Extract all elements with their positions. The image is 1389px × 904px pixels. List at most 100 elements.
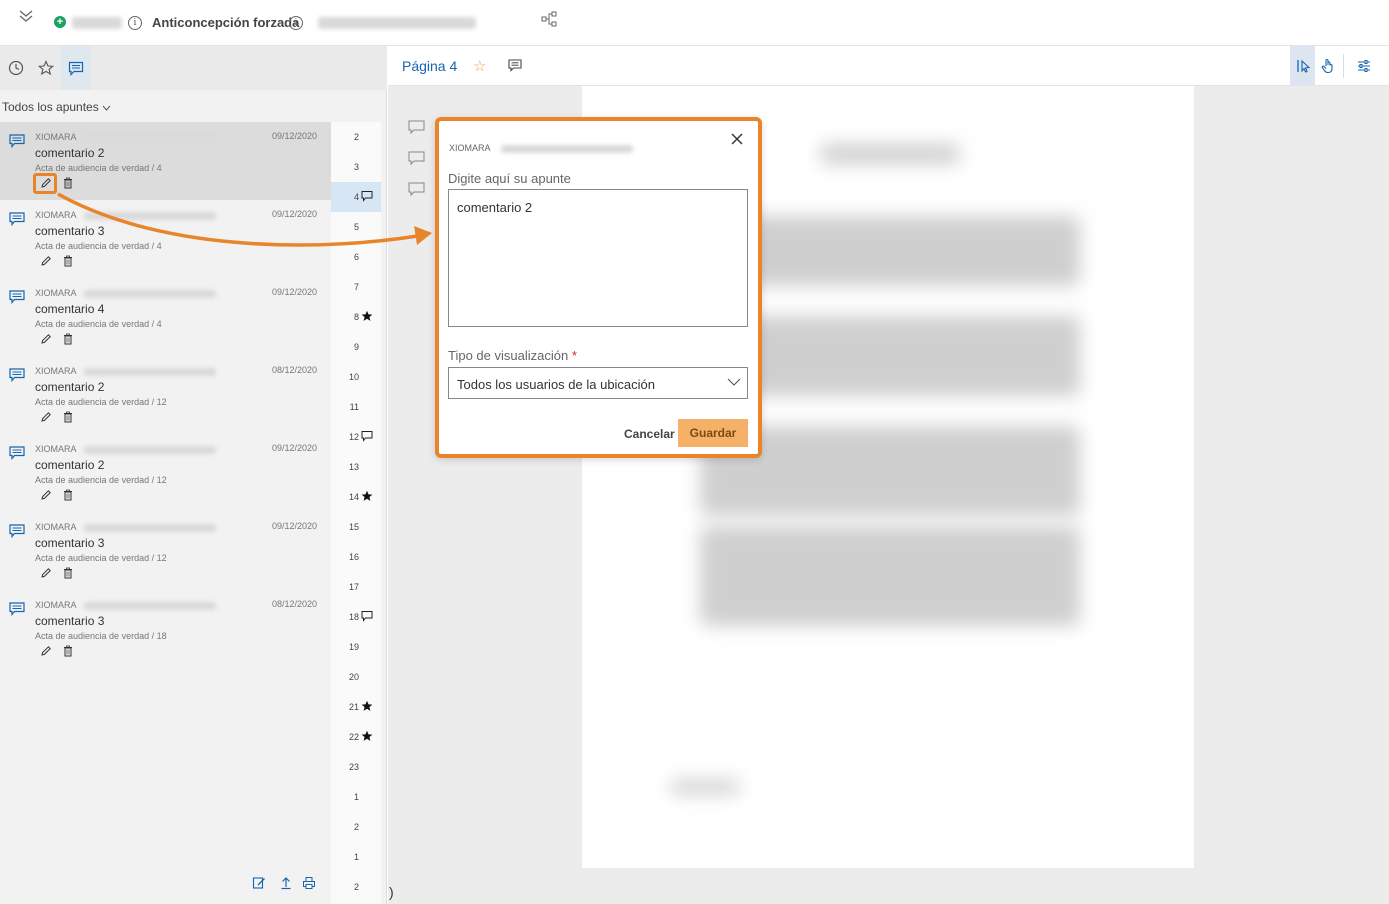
redacted-text bbox=[501, 145, 633, 153]
page-index-item[interactable]: 7 bbox=[331, 272, 381, 302]
trash-icon[interactable] bbox=[63, 567, 73, 579]
settings-tool[interactable] bbox=[1351, 46, 1376, 86]
page-number: 2 bbox=[353, 822, 359, 832]
pencil-icon[interactable] bbox=[40, 333, 52, 345]
page-index-item[interactable]: 18 bbox=[331, 602, 381, 632]
notes-filter-dropdown[interactable]: Todos los apuntes bbox=[2, 100, 111, 114]
page-indicator[interactable]: Página 4 bbox=[402, 58, 457, 74]
comment-icon bbox=[9, 134, 25, 148]
note-item[interactable]: XIOMARA 09/12/2020 comentario 3 Acta de aud… bbox=[0, 200, 331, 278]
info-icon[interactable]: i bbox=[289, 16, 303, 30]
pan-tool[interactable] bbox=[1315, 46, 1340, 86]
trash-icon[interactable] bbox=[63, 333, 73, 345]
page-index-item[interactable]: 6 bbox=[331, 242, 381, 272]
page-index-item[interactable]: 21 bbox=[331, 692, 381, 722]
trash-icon[interactable] bbox=[63, 645, 73, 657]
note-item[interactable]: XIOMARA 09/12/2020 comentario 4 Acta de aud… bbox=[0, 278, 331, 356]
info-icon[interactable]: i bbox=[128, 16, 142, 30]
note-item[interactable]: XIOMARA 09/12/2020 comentario 2 Acta de aud… bbox=[0, 122, 331, 200]
toolbar-divider bbox=[1343, 54, 1344, 78]
page-number: 6 bbox=[353, 252, 359, 262]
note-author: XIOMARA bbox=[35, 288, 77, 298]
page-index-item[interactable]: 1 bbox=[331, 782, 381, 812]
page-number: 2 bbox=[353, 882, 359, 892]
page-index-item[interactable]: 2 bbox=[331, 872, 381, 902]
page-index-item[interactable]: 3 bbox=[331, 152, 381, 182]
trash-icon[interactable] bbox=[63, 411, 73, 423]
note-document: Acta de audiencia de verdad / 18 bbox=[35, 631, 167, 641]
page-number: 22 bbox=[348, 732, 359, 742]
comment-marker-icon[interactable] bbox=[408, 151, 425, 166]
close-icon[interactable] bbox=[729, 131, 745, 147]
upload-icon[interactable] bbox=[279, 876, 293, 890]
note-item[interactable]: XIOMARA 08/12/2020 comentario 2 Acta de aud… bbox=[0, 356, 331, 434]
pencil-icon[interactable] bbox=[40, 255, 52, 267]
page-index-item[interactable]: 17 bbox=[331, 572, 381, 602]
page-index-item[interactable]: 13 bbox=[331, 452, 381, 482]
comment-icon bbox=[9, 290, 25, 304]
note-document: Acta de audiencia de verdad / 4 bbox=[35, 319, 162, 329]
redacted-text bbox=[84, 602, 216, 610]
tab-favorites[interactable] bbox=[31, 46, 61, 90]
trash-icon[interactable] bbox=[63, 177, 73, 189]
note-date: 08/12/2020 bbox=[272, 599, 318, 609]
note-textarea[interactable] bbox=[448, 189, 748, 327]
cancel-button[interactable]: Cancelar bbox=[624, 427, 675, 441]
hierarchy-icon[interactable] bbox=[541, 11, 557, 27]
pencil-icon[interactable] bbox=[40, 567, 52, 579]
page-index-item[interactable]: 1 bbox=[331, 842, 381, 872]
page-index-item[interactable]: 11 bbox=[331, 392, 381, 422]
page-number: 5 bbox=[353, 222, 359, 232]
page-number: 2 bbox=[353, 132, 359, 142]
visibility-label: Tipo de visualización * bbox=[448, 348, 577, 363]
redacted-content bbox=[670, 780, 740, 794]
pencil-icon[interactable] bbox=[40, 645, 52, 657]
page-index-item[interactable]: 14 bbox=[331, 482, 381, 512]
page-index-item[interactable]: 20 bbox=[331, 662, 381, 692]
note-item[interactable]: XIOMARA 09/12/2020 comentario 2 Acta de aud… bbox=[0, 434, 331, 512]
print-icon[interactable] bbox=[302, 876, 316, 890]
add-comment-icon[interactable] bbox=[508, 59, 522, 72]
page-index-item[interactable]: 22 bbox=[331, 722, 381, 752]
tab-history[interactable] bbox=[1, 46, 31, 90]
page-number: 21 bbox=[348, 702, 359, 712]
page-index-item[interactable]: 10 bbox=[331, 362, 381, 392]
page-index: 2 3 4 5 6 7 8 9 10 11 12 13 14 15 16 17 18 19 20 21 22 23 1 2 1 2 bbox=[331, 122, 381, 904]
page-index-item[interactable]: 2 bbox=[331, 812, 381, 842]
page-index-item[interactable]: 15 bbox=[331, 512, 381, 542]
page-number: 13 bbox=[348, 462, 359, 472]
page-index-item[interactable]: 12 bbox=[331, 422, 381, 452]
page-index-item[interactable]: 4 bbox=[331, 182, 381, 212]
edit-highlight bbox=[33, 173, 57, 194]
trash-icon[interactable] bbox=[63, 489, 73, 501]
text-select-tool[interactable] bbox=[1290, 46, 1315, 86]
note-item[interactable]: XIOMARA 09/12/2020 comentario 3 Acta de aud… bbox=[0, 512, 331, 590]
page-index-item[interactable]: 5 bbox=[331, 212, 381, 242]
page-index-item[interactable]: 23 bbox=[331, 752, 381, 782]
sliders-icon bbox=[1357, 60, 1370, 72]
page-number: 9 bbox=[353, 342, 359, 352]
star-icon bbox=[361, 310, 373, 321]
collapse-chevrons-icon[interactable] bbox=[16, 6, 36, 26]
add-icon[interactable]: + bbox=[54, 16, 66, 28]
pencil-icon[interactable] bbox=[40, 489, 52, 501]
page-index-item[interactable]: 19 bbox=[331, 632, 381, 662]
note-item[interactable]: XIOMARA 08/12/2020 comentario 3 Acta de aud… bbox=[0, 590, 331, 668]
page-index-item[interactable]: 2 bbox=[331, 122, 381, 152]
page-index-item[interactable]: 8 bbox=[331, 302, 381, 332]
page-index-item[interactable]: 16 bbox=[331, 542, 381, 572]
trash-icon[interactable] bbox=[63, 255, 73, 267]
visibility-select[interactable]: Todos los usuarios de la ubicación bbox=[448, 367, 748, 399]
note-date: 09/12/2020 bbox=[272, 131, 318, 141]
tab-notes[interactable] bbox=[61, 46, 91, 90]
favorite-star-icon[interactable]: ☆ bbox=[473, 57, 486, 75]
page-number: 11 bbox=[349, 402, 359, 412]
comment-marker-icon[interactable] bbox=[408, 182, 425, 197]
pencil-icon[interactable] bbox=[40, 411, 52, 423]
comment-marker-icon[interactable] bbox=[408, 120, 425, 135]
comment-icon bbox=[9, 602, 25, 616]
page-index-item[interactable]: 9 bbox=[331, 332, 381, 362]
note-date: 08/12/2020 bbox=[272, 365, 318, 375]
edit-note-icon[interactable] bbox=[252, 876, 266, 890]
save-button[interactable]: Guardar bbox=[678, 419, 748, 447]
